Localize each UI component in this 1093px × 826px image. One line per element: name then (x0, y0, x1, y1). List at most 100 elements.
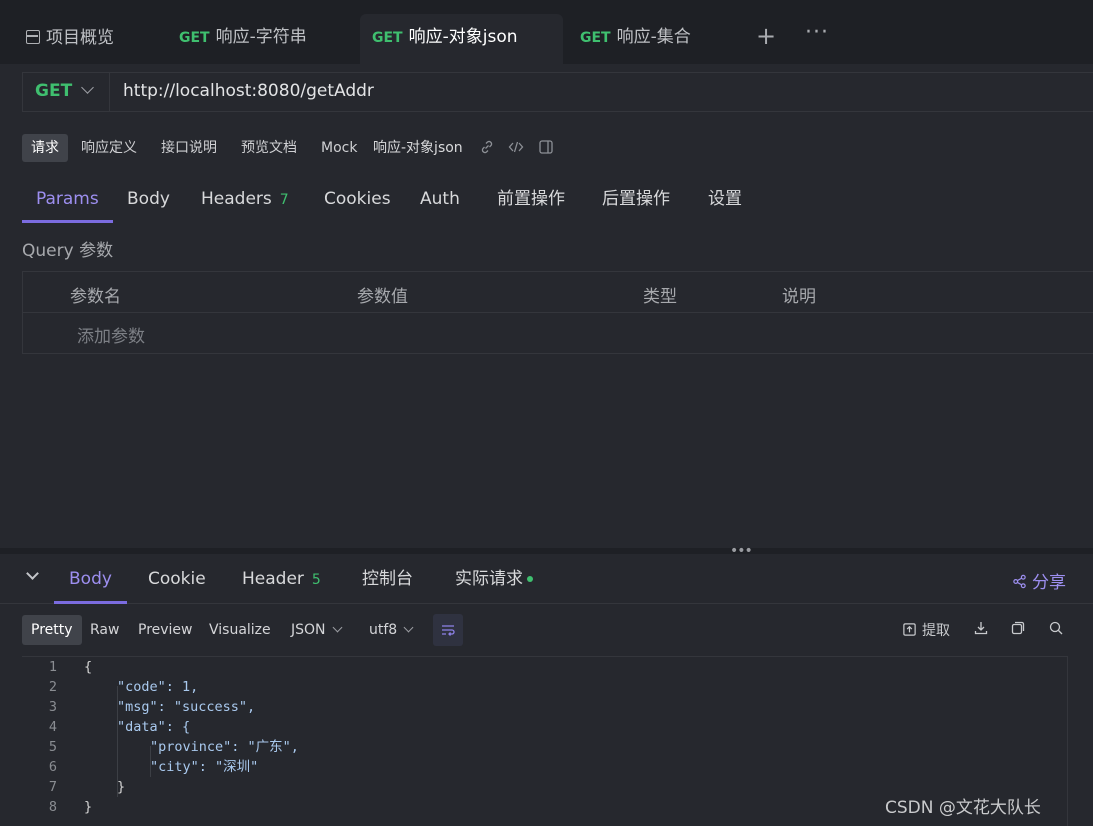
share-icon (1013, 574, 1026, 589)
column-header-name: 参数名 (70, 287, 121, 307)
subtab-request[interactable]: 请求 (22, 134, 68, 162)
doc-name: 响应-对象json (373, 140, 463, 156)
tab-response-object-json[interactable]: GET 响应-对象json (360, 14, 563, 64)
chevron-down-icon[interactable] (81, 81, 94, 94)
share-button[interactable]: 分享 (1012, 568, 1066, 593)
column-header-value: 参数值 (357, 287, 408, 307)
code-text: "msg": "success", (117, 699, 256, 715)
query-params-label: Query 参数 (22, 241, 114, 261)
subtab-mock[interactable]: Mock (312, 134, 366, 162)
code-line: 1{ (22, 657, 1067, 677)
overview-icon (26, 30, 40, 44)
pane-splitter[interactable] (0, 548, 1093, 554)
line-number: 7 (48, 779, 57, 795)
code-text: } (84, 799, 93, 815)
tab-label: 响应-对象json (408, 27, 518, 47)
format-pretty-button[interactable]: Pretty (22, 615, 82, 645)
line-number: 4 (48, 719, 57, 735)
word-wrap-icon[interactable] (433, 614, 463, 646)
share-label: 分享 (1032, 573, 1066, 593)
table-header: 参数名 参数值 类型 说明 (23, 272, 1093, 313)
code-text: "data": { (117, 719, 191, 735)
tab-label: 实际请求 (455, 569, 523, 589)
extract-icon (903, 623, 916, 636)
content-type-select[interactable]: JSON (291, 615, 342, 645)
line-number: 3 (48, 699, 57, 715)
code-text: } (117, 779, 126, 795)
extract-label: 提取 (922, 623, 950, 639)
response-tab-actual-request[interactable]: 实际请求 (455, 555, 533, 604)
collapse-chevron-icon[interactable] (26, 567, 39, 580)
more-icon[interactable]: ··· (805, 20, 829, 45)
encoding-select[interactable]: utf8 (369, 615, 414, 645)
response-tab-body[interactable]: Body (54, 555, 127, 604)
tab-settings[interactable]: 设置 (708, 180, 742, 223)
chevron-down-icon (403, 622, 414, 633)
tab-response-collection[interactable]: GET 响应-集合 (580, 14, 691, 64)
response-tab-header[interactable]: Header 5 (242, 555, 321, 604)
link-icon[interactable] (479, 139, 495, 159)
tab-body[interactable]: Body (127, 180, 170, 223)
url-input[interactable]: http://localhost:8080/getAddr (123, 81, 1023, 101)
column-header-description: 说明 (782, 287, 816, 307)
code-line: 3 "msg": "success", (22, 697, 1067, 717)
divider (109, 73, 110, 111)
line-number: 6 (48, 759, 57, 775)
method-select[interactable]: GET (35, 81, 72, 101)
add-tab-icon[interactable]: + (756, 24, 776, 48)
tab-cookies[interactable]: Cookies (324, 180, 391, 223)
add-param-input[interactable]: 添加参数 (77, 322, 145, 347)
subtab-api-description[interactable]: 接口说明 (152, 134, 226, 162)
tab-method: GET (580, 30, 611, 46)
tab-label: Header (242, 569, 304, 589)
column-header-type: 类型 (643, 287, 677, 307)
code-text: "city": "深圳" (150, 759, 259, 775)
format-visualize-button[interactable]: Visualize (200, 615, 280, 645)
tab-params[interactable]: Params (22, 180, 113, 223)
subtab-preview-doc[interactable]: 预览文档 (232, 134, 306, 162)
tab-post-operations[interactable]: 后置操作 (602, 180, 670, 223)
tab-project-overview[interactable]: 项目概览 (26, 22, 114, 54)
tab-label: Headers (201, 189, 272, 209)
select-value: utf8 (369, 622, 398, 638)
subtab-response-definition[interactable]: 响应定义 (72, 134, 146, 162)
code-text: { (84, 659, 93, 675)
response-tab-console[interactable]: 控制台 (362, 555, 413, 604)
headers-count-badge: 7 (279, 192, 289, 208)
code-line: 6 "city": "深圳" (22, 757, 1067, 777)
line-number: 2 (48, 679, 57, 695)
select-value: JSON (291, 622, 326, 638)
header-count-badge: 5 (311, 572, 321, 588)
tab-pre-operations[interactable]: 前置操作 (497, 180, 565, 223)
line-number: 5 (48, 739, 57, 755)
tab-label: 项目概览 (46, 28, 114, 48)
tab-response-string[interactable]: GET 响应-字符串 (179, 14, 307, 64)
code-text: "province": "广东", (150, 739, 299, 755)
panel-icon[interactable] (538, 139, 554, 159)
response-tabs: Body Cookie Header 5 控制台 实际请求 分享 (0, 555, 1093, 604)
format-raw-button[interactable]: Raw (81, 615, 128, 645)
download-icon[interactable] (973, 620, 989, 640)
chevron-down-icon (332, 622, 342, 633)
response-tab-cookie[interactable]: Cookie (148, 555, 206, 604)
status-dot (527, 576, 533, 582)
code-text: "code": 1, (117, 679, 199, 695)
tab-auth[interactable]: Auth (420, 180, 460, 223)
tab-headers[interactable]: Headers 7 (201, 180, 289, 223)
search-icon[interactable] (1048, 620, 1064, 640)
extract-button[interactable]: 提取 (902, 620, 950, 640)
copy-icon[interactable] (1010, 620, 1026, 640)
code-line: 4 "data": { (22, 717, 1067, 737)
tab-bar: 项目概览 GET 响应-字符串 GET 响应-对象json GET 响应-集合 + ·… (0, 0, 1093, 64)
code-line: 5 "province": "广东", (22, 737, 1067, 757)
line-number: 1 (48, 659, 57, 675)
tab-label: 响应-集合 (616, 27, 691, 47)
tab-method: GET (179, 30, 210, 46)
line-number: 8 (48, 799, 57, 815)
url-bar: GET http://localhost:8080/getAddr (22, 72, 1093, 112)
params-table: 参数名 参数值 类型 说明 添加参数 (22, 271, 1093, 354)
code-icon[interactable] (508, 139, 524, 159)
code-line: 2 "code": 1, (22, 677, 1067, 697)
tab-method: GET (372, 30, 403, 46)
format-preview-button[interactable]: Preview (129, 615, 202, 645)
